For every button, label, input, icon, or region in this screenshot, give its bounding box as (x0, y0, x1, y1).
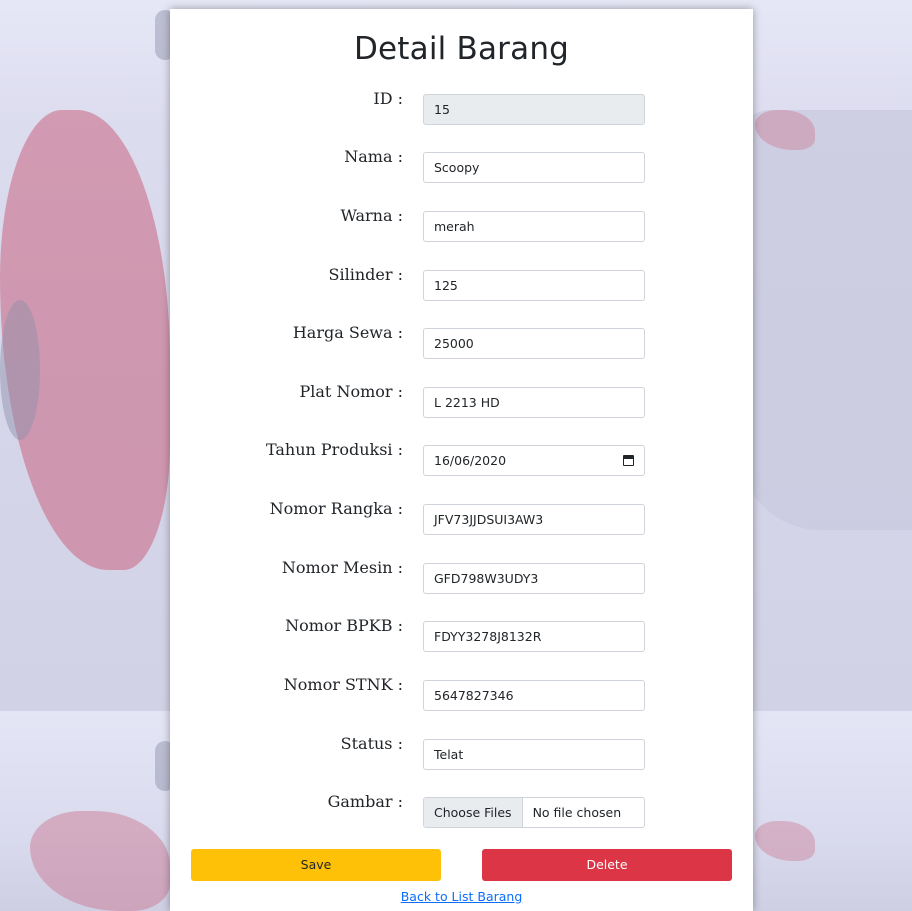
tahun-produksi-value: 16/06/2020 (434, 453, 507, 468)
field-row-nomor-bpkb: Nomor BPKB : FDYY3278J8132R (170, 616, 753, 653)
field-row-id: ID : 15 (170, 89, 753, 126)
choose-files-button[interactable]: Choose Files (424, 798, 523, 827)
detail-card: Detail Barang ID : 15 Nama : Scoopy Warn… (170, 9, 753, 911)
field-label-nomor-stnk: Nomor STNK : (283, 675, 403, 694)
silinder-input[interactable]: 125 (423, 270, 645, 301)
field-row-plat-nomor: Plat Nomor : L 2213 HD (170, 382, 753, 419)
field-label-plat-nomor: Plat Nomor : (299, 382, 404, 401)
field-row-gambar: Gambar : Choose Files No file chosen (170, 792, 753, 829)
field-row-status: Status : Telat (170, 734, 753, 771)
field-row-nama: Nama : Scoopy (170, 147, 753, 184)
field-row-tahun-produksi: Tahun Produksi : 16/06/2020 (170, 440, 753, 477)
id-input[interactable]: 15 (423, 94, 645, 125)
nomor-bpkb-input[interactable]: FDYY3278J8132R (423, 621, 645, 652)
warna-input[interactable]: merah (423, 211, 645, 242)
nomor-stnk-input[interactable]: 5647827346 (423, 680, 645, 711)
field-row-warna: Warna : merah (170, 206, 753, 243)
field-label-warna: Warna : (340, 206, 403, 225)
nomor-mesin-input[interactable]: GFD798W3UDY3 (423, 563, 645, 594)
field-label-id: ID : (373, 89, 403, 108)
field-label-nomor-bpkb: Nomor BPKB : (285, 616, 403, 635)
field-row-harga-sewa: Harga Sewa : 25000 (170, 323, 753, 360)
nama-input[interactable]: Scoopy (423, 152, 645, 183)
back-to-list-link[interactable]: Back to List Barang (170, 889, 753, 904)
field-row-nomor-rangka: Nomor Rangka : JFV73JJDSUI3AW3 (170, 499, 753, 536)
plat-nomor-input[interactable]: L 2213 HD (423, 387, 645, 418)
page-title: Detail Barang (353, 31, 570, 67)
calendar-icon[interactable] (623, 455, 634, 466)
field-label-tahun-produksi: Tahun Produksi : (265, 440, 403, 459)
field-label-nama: Nama : (344, 147, 403, 166)
field-label-nomor-rangka: Nomor Rangka : (269, 499, 403, 518)
field-label-gambar: Gambar : (327, 792, 403, 811)
tahun-produksi-date-input[interactable]: 16/06/2020 (423, 445, 645, 476)
status-input[interactable]: Telat (423, 739, 645, 770)
field-row-nomor-stnk: Nomor STNK : 5647827346 (170, 675, 753, 712)
nomor-rangka-input[interactable]: JFV73JJDSUI3AW3 (423, 504, 645, 535)
harga-sewa-input[interactable]: 25000 (423, 328, 645, 359)
field-row-silinder: Silinder : 125 (170, 265, 753, 302)
save-button[interactable]: Save (191, 849, 441, 881)
delete-button[interactable]: Delete (482, 849, 732, 881)
gambar-file-input[interactable]: Choose Files No file chosen (423, 797, 645, 828)
field-label-nomor-mesin: Nomor Mesin : (281, 558, 403, 577)
field-label-status: Status : (340, 734, 403, 753)
field-label-silinder: Silinder : (328, 265, 403, 284)
field-row-nomor-mesin: Nomor Mesin : GFD798W3UDY3 (170, 558, 753, 595)
file-status-text: No file chosen (532, 805, 622, 820)
field-label-harga-sewa: Harga Sewa : (292, 323, 403, 342)
